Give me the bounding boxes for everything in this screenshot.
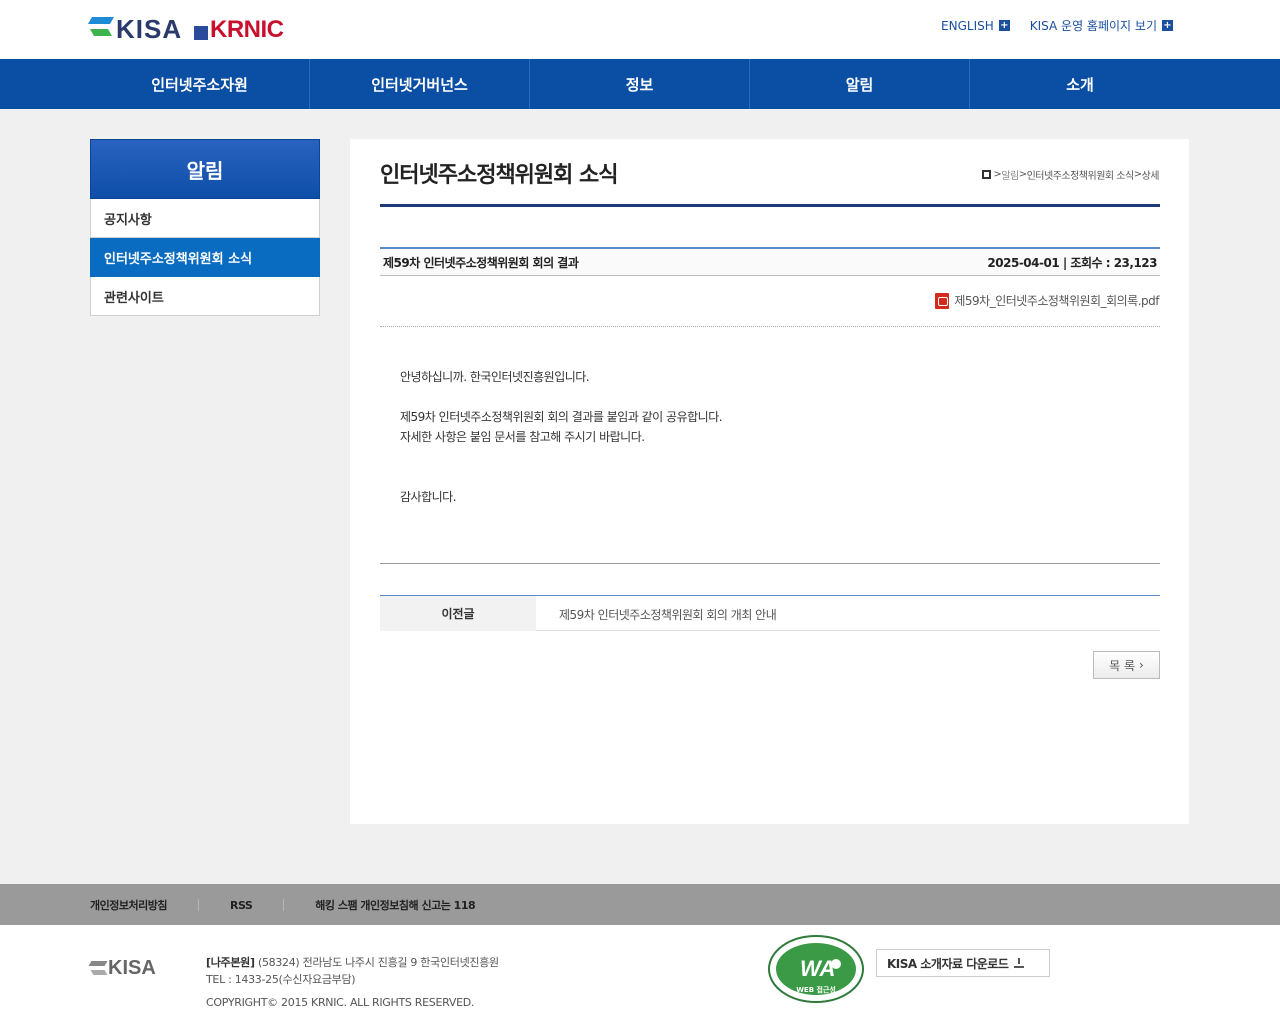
footer-address: [나주본원] (58324) 전라남도 나주시 진흥길 9 한국인터넷진흥원 T… bbox=[206, 954, 499, 988]
kisa-logo-mark-icon bbox=[87, 15, 115, 43]
dotted-divider bbox=[380, 326, 1160, 327]
breadcrumb-item-policy[interactable]: 인터넷주소정책위원회 소식 bbox=[1027, 167, 1135, 182]
site-header: KISA KRNIC ENGLISH + KISA 운영 홈페이지 보기 + bbox=[0, 0, 1280, 59]
plus-icon: + bbox=[1162, 20, 1173, 31]
nav-item-governance[interactable]: 인터넷거버넌스 bbox=[310, 59, 530, 109]
address-text: (58324) 전라남도 나주시 진흥길 9 한국인터넷진흥원 bbox=[257, 956, 499, 969]
body-divider bbox=[380, 563, 1160, 564]
body-line bbox=[400, 447, 722, 467]
body-line: 자세한 사항은 붙임 문서를 참고해 주시기 바랍니다. bbox=[400, 430, 645, 444]
breadcrumb-separator: > bbox=[1018, 169, 1027, 180]
title-divider bbox=[380, 204, 1160, 207]
kisa-download-button[interactable]: KISA 소개자료 다운로드 bbox=[876, 949, 1050, 977]
nav-item-about[interactable]: 소개 bbox=[970, 59, 1190, 109]
sidebar: 알림 공지사항 인터넷주소정책위원회 소식 관련사이트 bbox=[90, 139, 320, 316]
kisa-logo[interactable]: KISA bbox=[87, 13, 183, 44]
footer-kisa-mark-icon bbox=[88, 959, 108, 979]
footer-kisa-logo: KISA bbox=[88, 957, 156, 980]
attachment-link[interactable]: 제59차_인터넷주소정책위원회_회의록.pdf bbox=[935, 292, 1159, 309]
copyright: COPYRIGHT© 2015 KRNIC. ALL RIGHTS RESERV… bbox=[206, 996, 475, 1009]
breadcrumb-item-notice[interactable]: 알림 bbox=[1001, 167, 1019, 182]
nav-item-address-resources[interactable]: 인터넷주소자원 bbox=[90, 59, 310, 109]
site-footer: KISA [나주본원] (58324) 전라남도 나주시 진흥길 9 한국인터넷… bbox=[0, 925, 1280, 1024]
kisa-home-link-label: KISA 운영 홈페이지 보기 bbox=[1029, 19, 1157, 33]
page-title: 인터넷주소정책위원회 소식 bbox=[380, 163, 619, 188]
rss-link[interactable]: RSS bbox=[230, 899, 253, 912]
krnic-logo[interactable]: KRNIC bbox=[194, 16, 284, 44]
post-title: 제59차 인터넷주소정책위원회 회의 결과 bbox=[383, 256, 579, 270]
prev-post-label: 이전글 bbox=[380, 596, 536, 631]
footer-separator bbox=[283, 899, 285, 911]
list-button-label: 목 록 bbox=[1109, 658, 1136, 673]
download-icon bbox=[1014, 958, 1025, 968]
footer-separator bbox=[197, 899, 199, 911]
english-link[interactable]: ENGLISH + bbox=[941, 17, 1010, 34]
plus-icon: + bbox=[998, 20, 1010, 31]
address-label: [나주본원] bbox=[206, 956, 255, 969]
badge-text: WA bbox=[800, 956, 835, 981]
kisa-home-link[interactable]: KISA 운영 홈페이지 보기 + bbox=[1030, 17, 1173, 34]
main-nav: 인터넷주소자원 인터넷거버넌스 정보 알림 소개 bbox=[0, 59, 1280, 109]
body-line: 안녕하십니까. 한국인터넷진흥원입니다. bbox=[400, 370, 590, 384]
footer-links-bar: 개인정보처리방침 RSS 해킹 스팸 개인정보침해 신고는 118 bbox=[0, 884, 1280, 925]
nav-item-info[interactable]: 정보 bbox=[530, 59, 750, 109]
sidebar-item-policy-committee[interactable]: 인터넷주소정책위원회 소식 bbox=[90, 238, 320, 277]
prev-post-link[interactable]: 제59차 인터넷주소정책위원회 회의 개최 안내 bbox=[559, 606, 777, 623]
kisa-logo-text: KISA bbox=[116, 13, 183, 44]
attachment-filename: 제59차_인터넷주소정책위원회_회의록.pdf bbox=[954, 294, 1159, 308]
badge-subtext: WEB 접근성 bbox=[796, 985, 836, 994]
footer-logo-text: KISA bbox=[108, 957, 156, 979]
breadcrumb-separator: > bbox=[1133, 169, 1142, 180]
content-panel: 인터넷주소정책위원회 소식 > 알림 > 인터넷주소정책위원회 소식 > 상세 … bbox=[350, 139, 1189, 824]
tel-text: TEL : 1433-25(수신자요금부담) bbox=[206, 973, 356, 986]
report-118-link[interactable]: 해킹 스팸 개인정보침해 신고는 118 bbox=[315, 897, 475, 913]
post-header: 제59차 인터넷주소정책위원회 회의 결과 2025-04-01 | 조회수 :… bbox=[380, 247, 1160, 276]
post-body: 안녕하십니까. 한국인터넷진흥원입니다. 제59차 인터넷주소정책위원회 회의 … bbox=[400, 367, 723, 507]
sidebar-item-notices[interactable]: 공지사항 bbox=[90, 199, 320, 238]
body-line bbox=[400, 387, 722, 407]
krnic-logo-text: KRNIC bbox=[210, 16, 284, 43]
chevron-right-icon: › bbox=[1139, 658, 1144, 672]
home-icon[interactable] bbox=[982, 170, 992, 179]
post-meta: 2025-04-01 | 조회수 : 23,123 bbox=[987, 256, 1157, 270]
breadcrumb-item-detail: 상세 bbox=[1141, 171, 1160, 182]
top-links: ENGLISH + KISA 운영 홈페이지 보기 + bbox=[941, 17, 1173, 34]
body-line: 제59차 인터넷주소정책위원회 회의 결과를 붙임과 같이 공유합니다. bbox=[400, 410, 723, 424]
sidebar-item-related-sites[interactable]: 관련사이트 bbox=[90, 277, 320, 316]
krnic-logo-mark-icon bbox=[194, 26, 208, 40]
breadcrumb-separator: > bbox=[993, 169, 1002, 180]
web-accessibility-badge-icon[interactable]: WA WEB 접근성 bbox=[766, 934, 866, 1004]
breadcrumb: > 알림 > 인터넷주소정책위원회 소식 > 상세 bbox=[982, 167, 1160, 182]
prev-post-row: 이전글 제59차 인터넷주소정책위원회 회의 개최 안내 bbox=[380, 595, 1160, 631]
list-button[interactable]: 목 록 › bbox=[1093, 651, 1160, 679]
privacy-policy-link[interactable]: 개인정보처리방침 bbox=[90, 897, 167, 913]
english-link-label: ENGLISH bbox=[941, 18, 994, 33]
body-line bbox=[400, 467, 722, 487]
nav-item-notice[interactable]: 알림 bbox=[750, 59, 970, 109]
body-line: 감사합니다. bbox=[400, 490, 457, 504]
pdf-icon bbox=[935, 292, 950, 309]
kisa-download-label: KISA 소개자료 다운로드 bbox=[887, 956, 1009, 971]
sidebar-title: 알림 bbox=[90, 139, 320, 199]
